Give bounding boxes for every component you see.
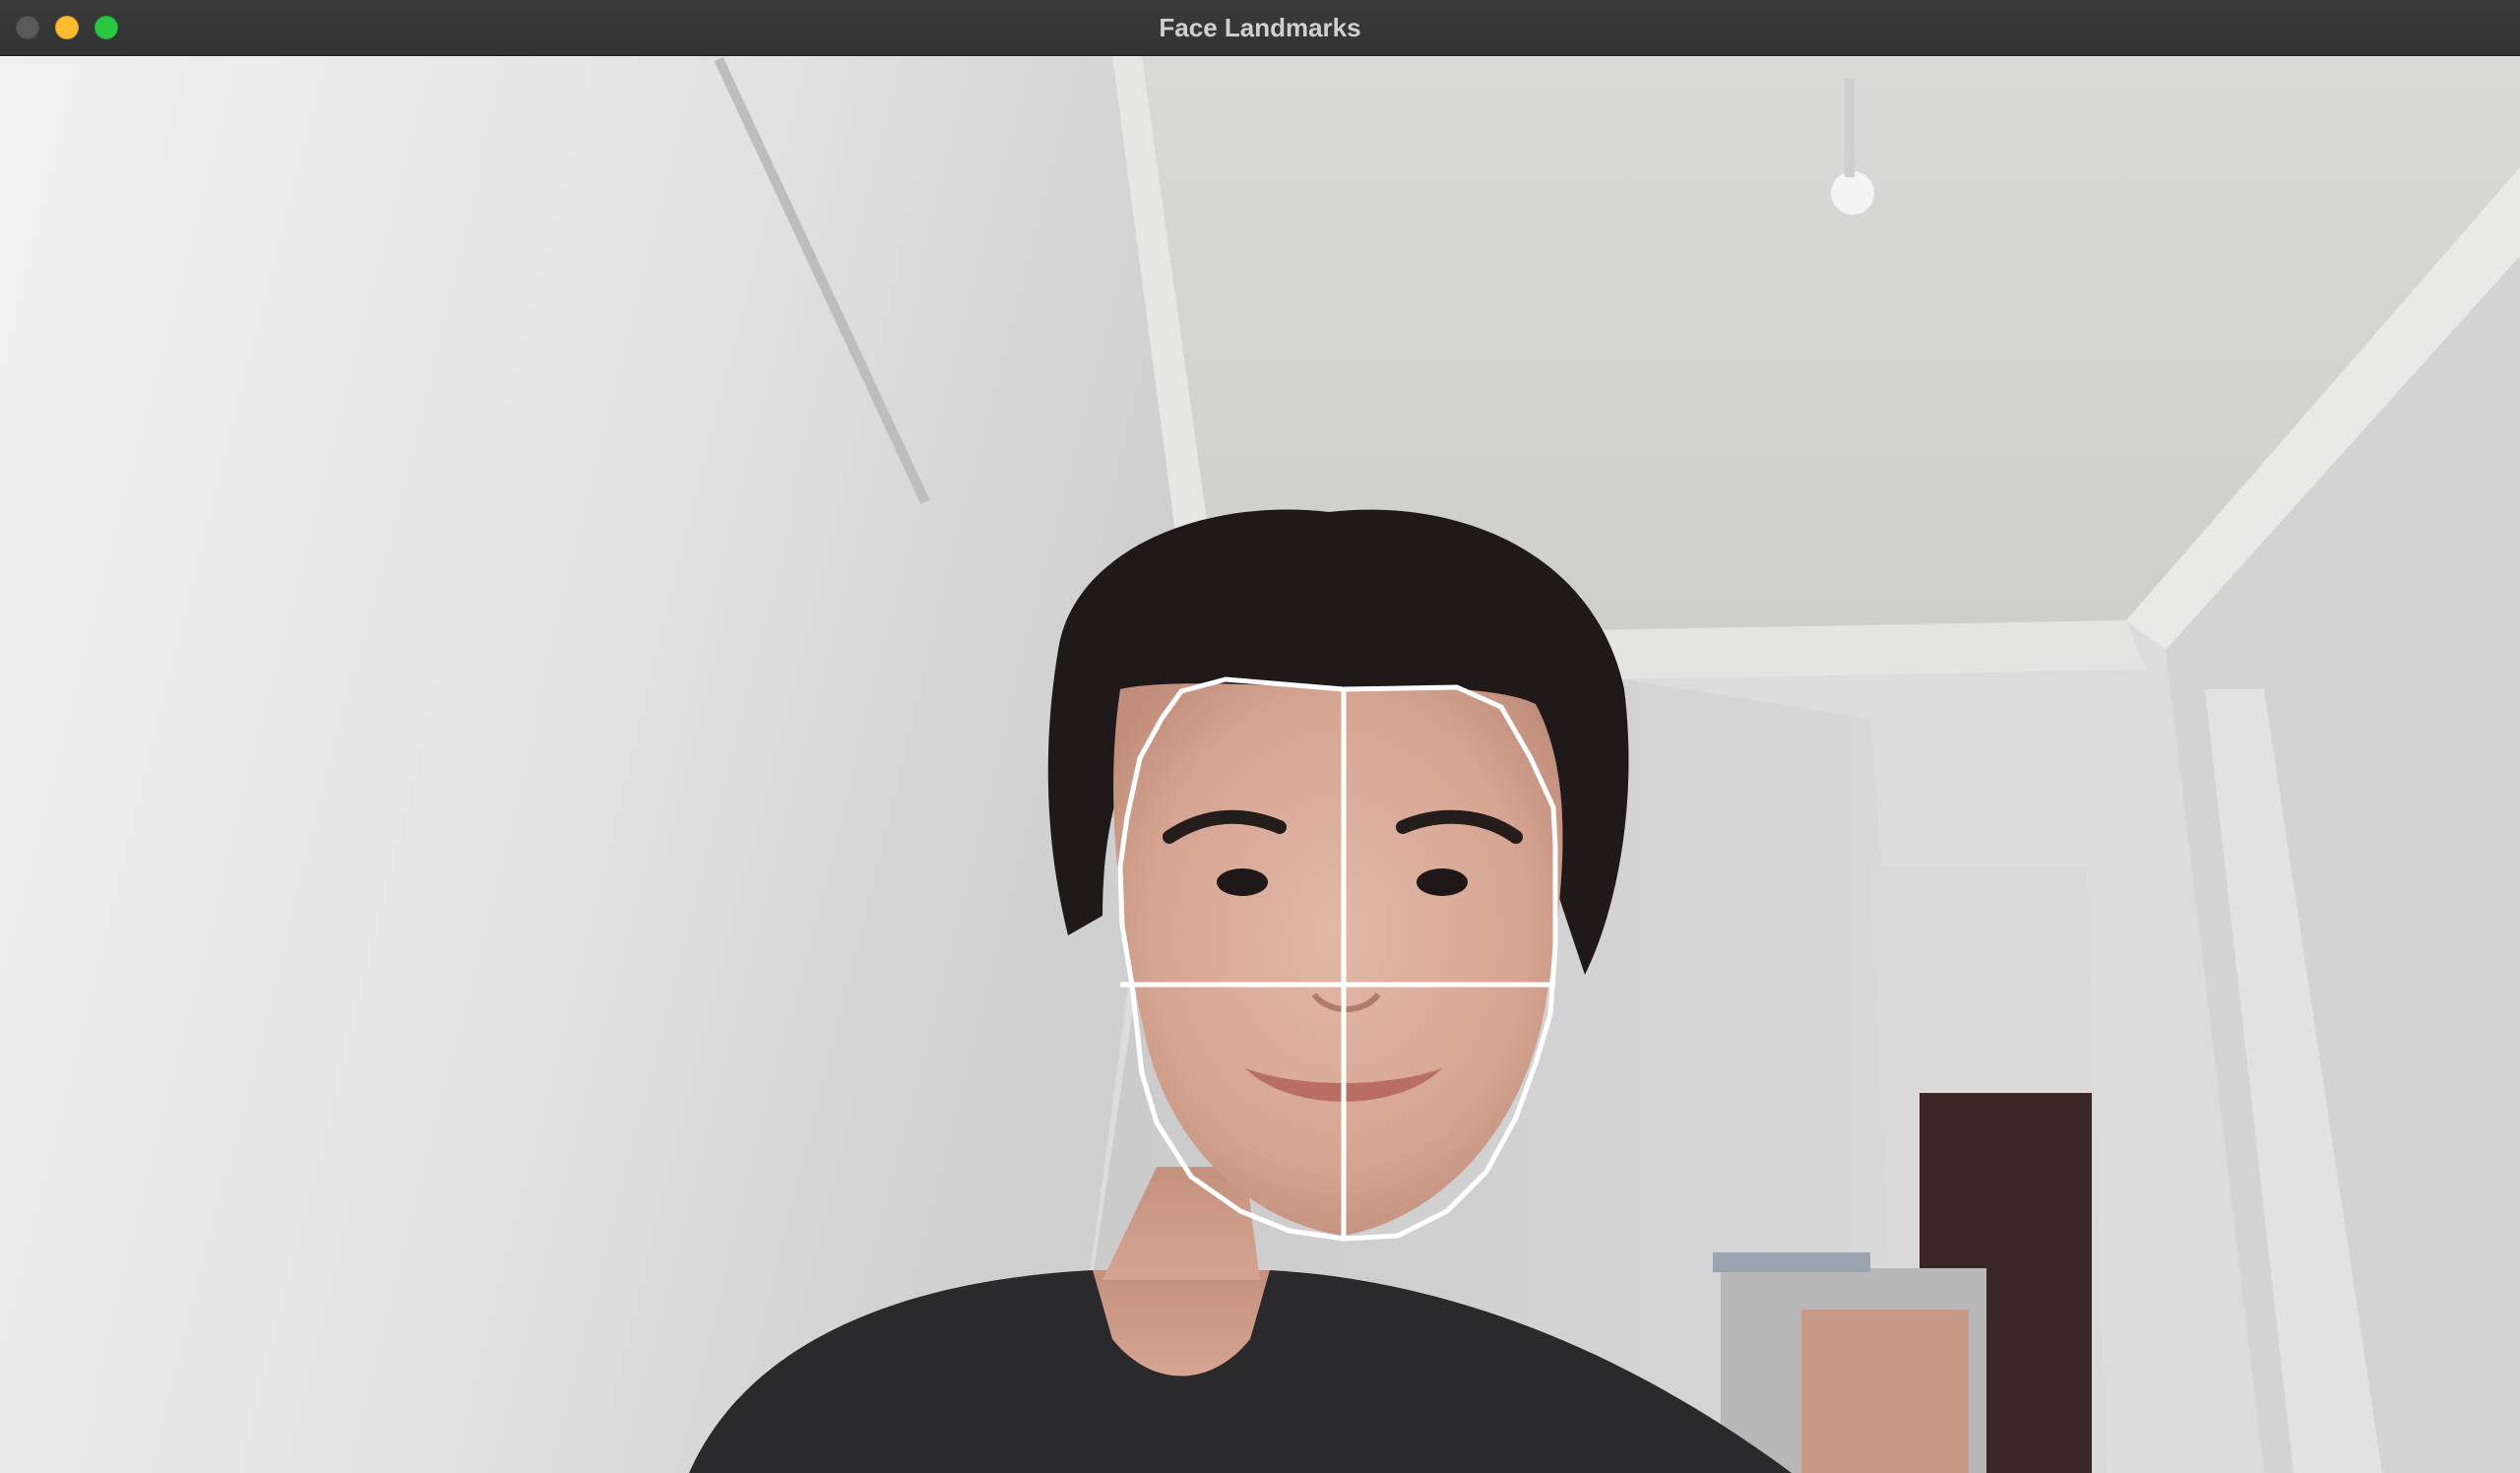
title-bar[interactable]: Face Landmarks bbox=[0, 0, 2520, 56]
camera-feed bbox=[0, 56, 2520, 1473]
app-window: Face Landmarks bbox=[0, 0, 2520, 1473]
camera-frame bbox=[0, 56, 2520, 1473]
window-title: Face Landmarks bbox=[1159, 13, 1361, 42]
